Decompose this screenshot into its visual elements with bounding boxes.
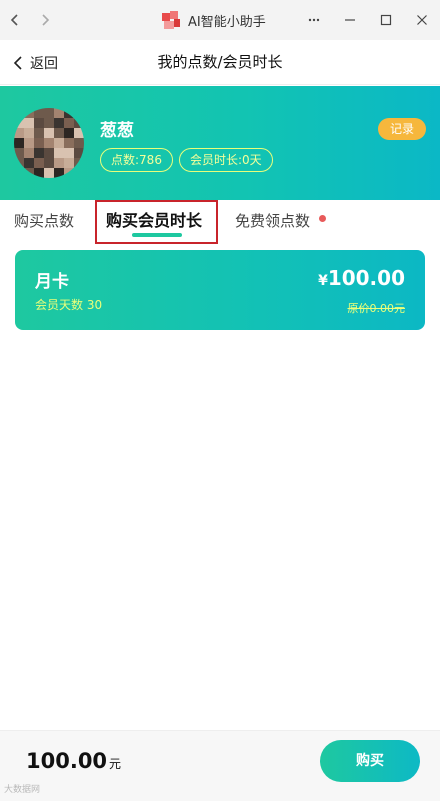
profile-banner: 葱葱 点数:786 会员时长:0天 记录 bbox=[0, 86, 440, 200]
window-title-area: AI智能小助手 bbox=[160, 0, 266, 40]
plan-card-monthly[interactable]: 月卡 会员天数 30 ¥100.00 原价0.00元 bbox=[15, 250, 425, 330]
window-title: AI智能小助手 bbox=[188, 14, 266, 30]
window-titlebar: AI智能小助手 bbox=[0, 0, 440, 40]
total-value: 100.00 bbox=[26, 749, 108, 773]
nav-forward-button[interactable] bbox=[30, 0, 60, 40]
watermark: 大数据网 bbox=[4, 785, 41, 795]
plan-name: 月卡 bbox=[35, 272, 69, 292]
plan-original-price: 原价0.00元 bbox=[347, 302, 406, 315]
plan-price: ¥100.00 bbox=[318, 266, 405, 290]
menu-button[interactable] bbox=[296, 0, 332, 40]
tab-buy-points[interactable]: 购买点数 bbox=[14, 200, 74, 244]
buy-button[interactable]: 购买 bbox=[320, 740, 420, 782]
window-controls bbox=[296, 0, 440, 40]
maximize-button[interactable] bbox=[368, 0, 404, 40]
points-chip: 点数:786 bbox=[100, 148, 173, 172]
avatar bbox=[14, 108, 84, 178]
tab-bar: 购买点数 购买会员时长 免费领点数 bbox=[0, 200, 440, 244]
notification-dot bbox=[319, 215, 326, 222]
chevron-left-icon bbox=[10, 14, 18, 26]
minimize-button[interactable] bbox=[332, 0, 368, 40]
annotation-highlight-box bbox=[95, 200, 218, 244]
plan-price-value: 100.00 bbox=[327, 266, 405, 290]
total-unit: 元 bbox=[109, 757, 122, 771]
checkout-bar: 100.00 元 购买 bbox=[0, 730, 440, 801]
username: 葱葱 bbox=[100, 121, 134, 141]
currency-symbol: ¥ bbox=[318, 273, 328, 289]
profile-chips: 点数:786 会员时长:0天 bbox=[100, 148, 273, 172]
minimize-icon bbox=[345, 19, 355, 21]
total-amount: 100.00 元 bbox=[26, 749, 121, 773]
more-horizontal-icon bbox=[308, 18, 320, 22]
close-button[interactable] bbox=[404, 0, 440, 40]
record-button[interactable]: 记录 bbox=[378, 118, 426, 140]
plan-days: 会员天数 30 bbox=[35, 298, 103, 312]
maximize-icon bbox=[380, 14, 392, 26]
close-icon bbox=[417, 15, 427, 25]
membership-chip: 会员时长:0天 bbox=[178, 148, 273, 172]
page-header: 返回 我的点数/会员时长 bbox=[0, 40, 440, 85]
nav-back-button[interactable] bbox=[0, 0, 30, 40]
tab-free-points[interactable]: 免费领点数 bbox=[235, 200, 310, 244]
app-logo-icon bbox=[160, 9, 182, 31]
page-title: 我的点数/会员时长 bbox=[157, 53, 283, 71]
chevron-right-icon bbox=[42, 14, 50, 26]
